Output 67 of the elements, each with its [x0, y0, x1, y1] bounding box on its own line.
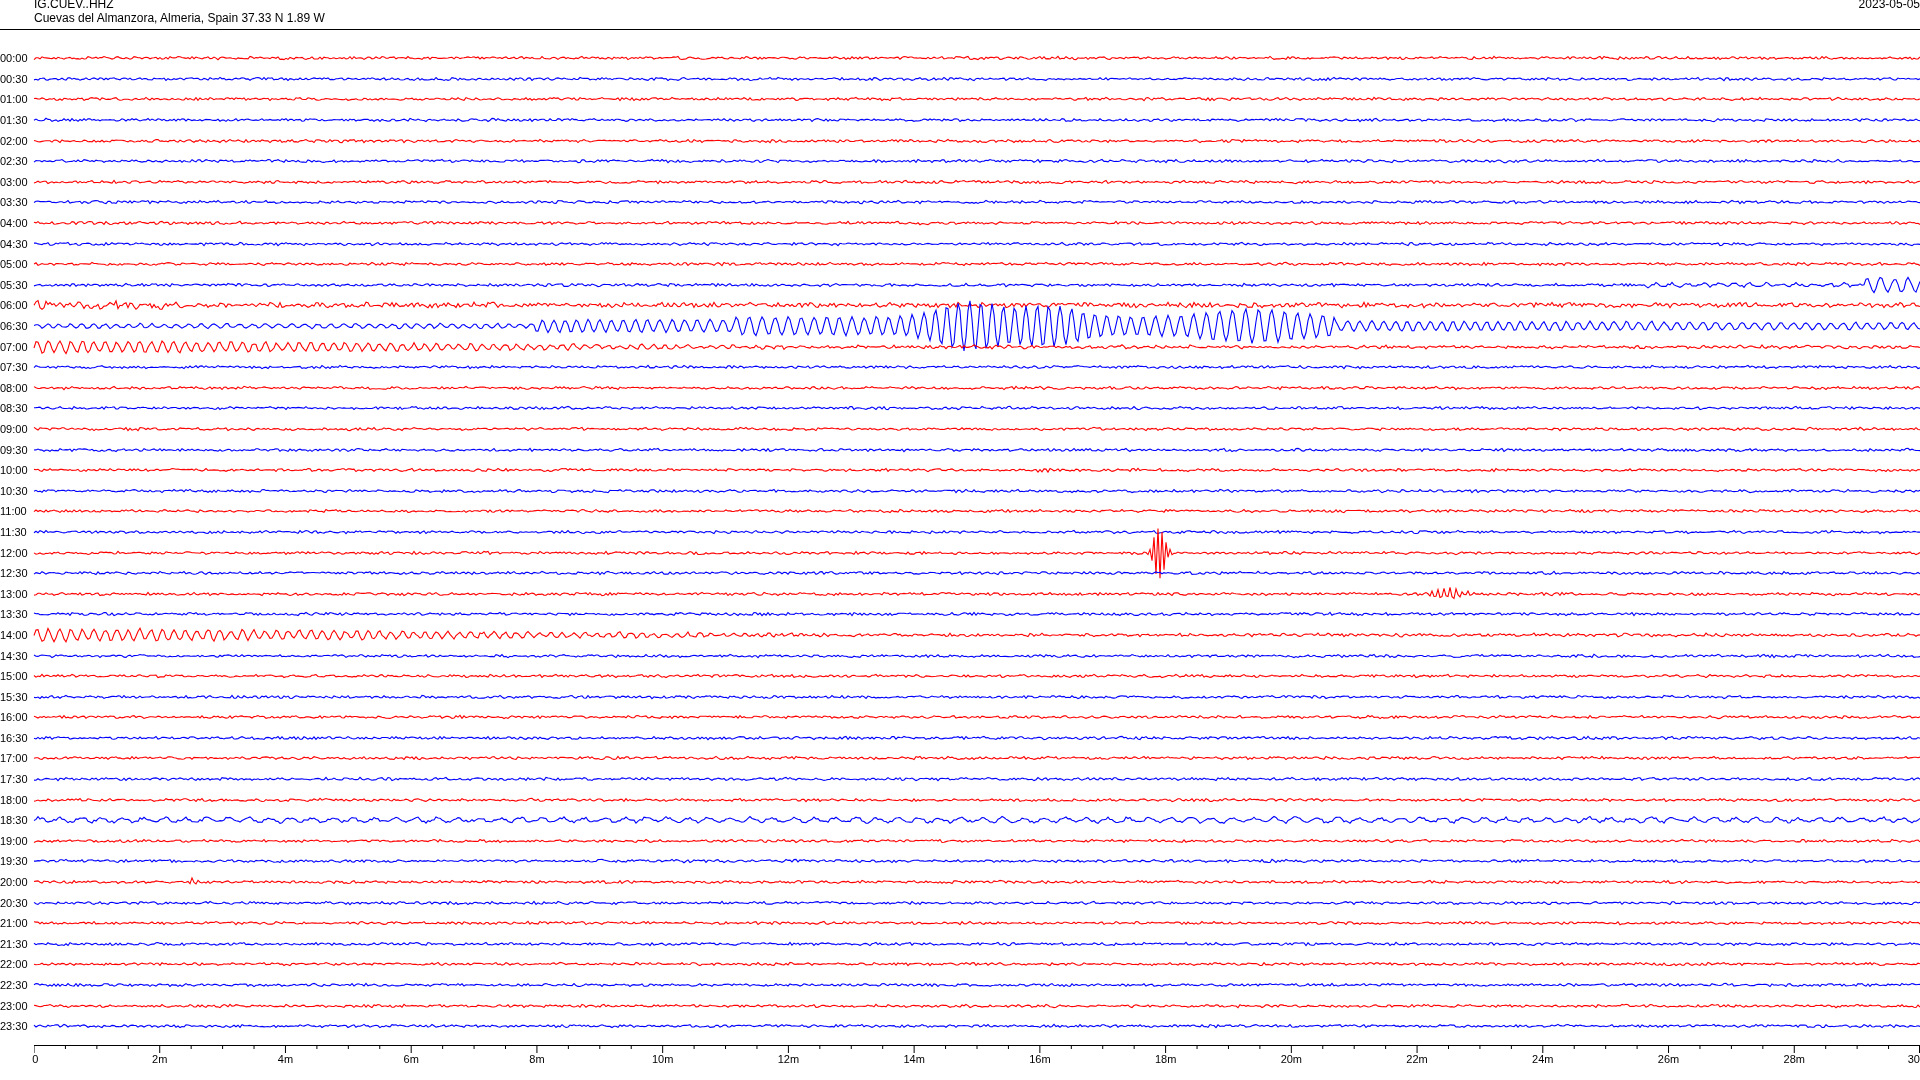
time-label: 13:30 [0, 608, 29, 621]
time-label: 21:30 [0, 937, 29, 950]
axis-tick-label: 6m [403, 1052, 419, 1065]
time-label: 04:00 [0, 217, 29, 230]
time-label: 08:30 [0, 402, 29, 415]
axis-tick-label: 24m [1532, 1052, 1554, 1065]
record-date: 2023-05-05 [1858, 0, 1920, 13]
axis-tick-label: 10m [651, 1052, 674, 1065]
time-label: 16:00 [0, 711, 29, 724]
axis-tick-label: 22m [1406, 1052, 1428, 1065]
time-label: 15:00 [0, 670, 29, 683]
axis-tick-label: 4m [277, 1052, 294, 1065]
time-label: 04:30 [0, 237, 29, 250]
time-label: 12:00 [0, 546, 29, 559]
station-location: Cuevas del Almanzora, Almeria, Spain 37.33 N 1.89 W [34, 11, 325, 25]
time-label: 12:30 [0, 567, 29, 580]
time-label: 14:00 [0, 628, 29, 641]
axis-tick-label: 28m [1783, 1052, 1805, 1065]
axis-tick-label: 26m [1657, 1052, 1680, 1065]
time-label: 03:30 [0, 196, 29, 209]
axis-tick-label: 18m [1154, 1052, 1177, 1065]
axis-tick-label: 20m [1280, 1052, 1303, 1065]
time-label: 22:30 [0, 979, 29, 991]
axis-tick-label: 0 [32, 1052, 39, 1065]
time-label: 18:00 [0, 793, 29, 806]
axis-tick-label: 8m [529, 1052, 545, 1065]
station-code: IG.CUEV..HHZ [34, 0, 115, 11]
time-label: 17:00 [0, 752, 29, 765]
axis-tick-label: 14m [903, 1052, 925, 1065]
time-label: 13:00 [0, 587, 29, 600]
time-label: 15:30 [0, 690, 29, 703]
time-label: 07:30 [0, 361, 29, 374]
time-label: 01:00 [0, 93, 29, 106]
time-label: 20:30 [0, 896, 29, 909]
time-label: 09:00 [0, 423, 29, 435]
time-label: 07:00 [0, 340, 29, 353]
axis-tick-label: 2m [152, 1052, 168, 1065]
time-label: 06:00 [0, 299, 29, 312]
time-label: 18:30 [0, 814, 29, 827]
time-label: 17:30 [0, 773, 29, 786]
time-label: 20:00 [0, 876, 29, 889]
time-label: 03:00 [0, 175, 29, 188]
time-label: 10:00 [0, 464, 29, 477]
time-label: 02:30 [0, 155, 29, 168]
time-label: 10:30 [0, 484, 29, 497]
time-label: 01:30 [0, 114, 29, 127]
axis-tick-label: 16m [1029, 1052, 1051, 1065]
time-label: 21:00 [0, 917, 29, 930]
time-label: 23:30 [0, 1020, 29, 1033]
time-label: 05:00 [0, 258, 29, 271]
time-label: 00:30 [0, 72, 29, 85]
axis-tick-label: 30 [1907, 1052, 1920, 1065]
time-label: 09:30 [0, 443, 29, 456]
time-label: 11:00 [0, 505, 28, 518]
time-label: 19:00 [0, 834, 29, 847]
time-label: 02:00 [0, 134, 29, 147]
axis-tick-label: 12m [777, 1052, 800, 1065]
time-label: 16:30 [0, 731, 29, 744]
time-label: 14:30 [0, 649, 29, 662]
time-label: 05:30 [0, 278, 29, 291]
time-label: 06:30 [0, 320, 29, 332]
time-label: 19:30 [0, 855, 29, 868]
time-label: 23:00 [0, 999, 29, 1012]
time-label: 08:00 [0, 381, 29, 394]
time-label: 00:00 [0, 52, 29, 65]
time-label: 22:00 [0, 958, 29, 971]
time-label: 11:30 [0, 525, 28, 538]
